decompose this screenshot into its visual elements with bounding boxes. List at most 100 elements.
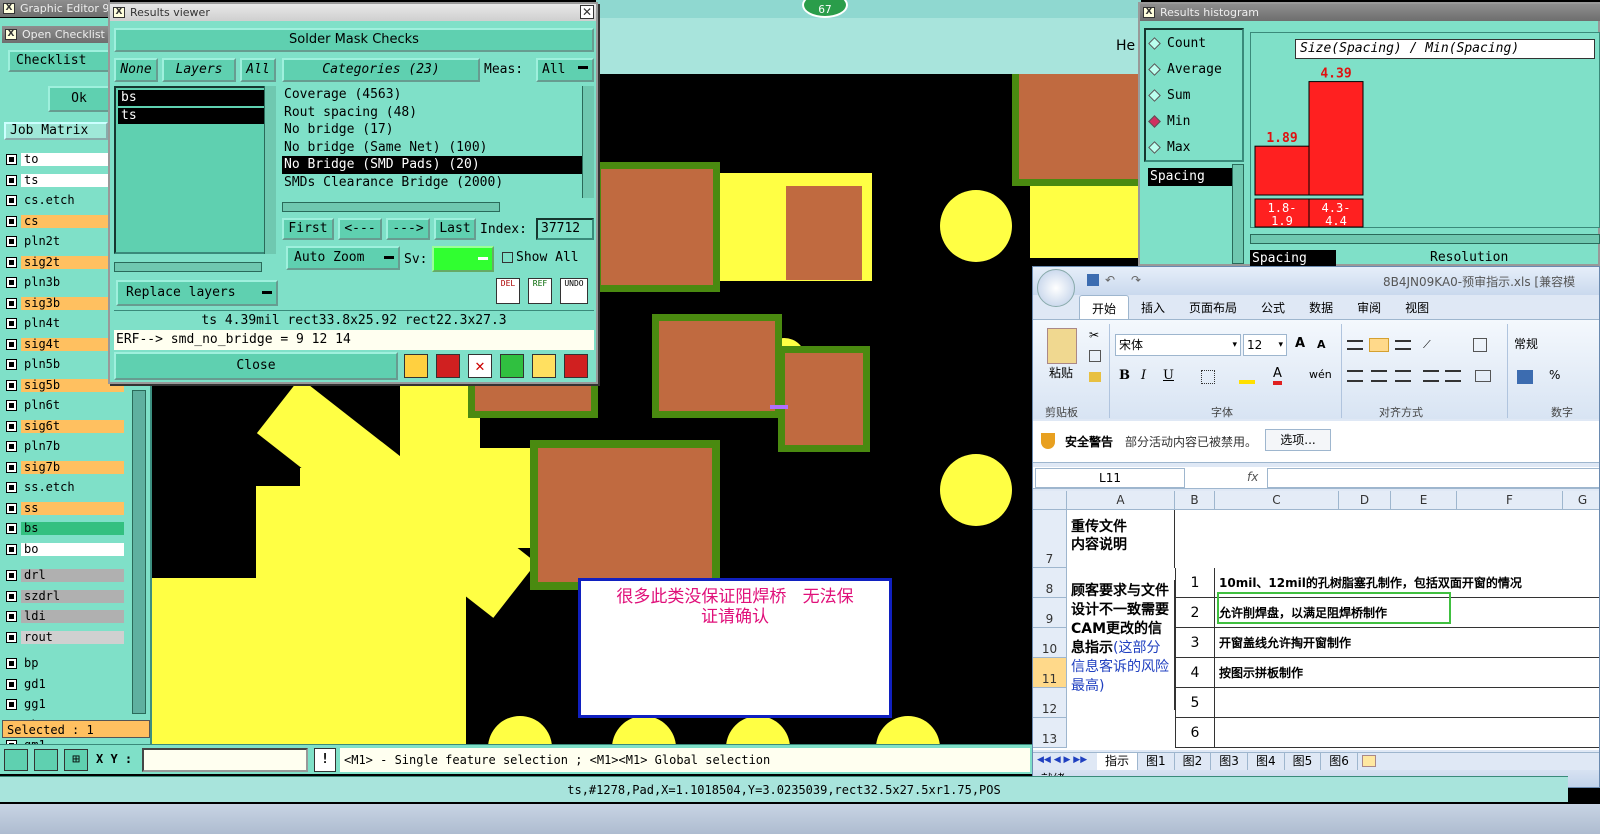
phonetic-icon[interactable]: wén [1309, 368, 1332, 381]
layer-row[interactable]: pln4t [6, 316, 124, 331]
align-left-icon[interactable] [1347, 370, 1363, 382]
histogram-hscrollbar[interactable] [1250, 234, 1600, 244]
histogram-tool-icon[interactable] [564, 354, 588, 378]
first-button[interactable]: First [282, 218, 334, 240]
layer-checkbox[interactable] [6, 215, 17, 227]
layer-row[interactable]: bp [6, 656, 124, 671]
row-header[interactable]: 13 [1033, 718, 1067, 748]
percent-icon[interactable]: % [1549, 368, 1560, 382]
layer-checkbox[interactable] [6, 543, 17, 555]
histogram-option[interactable]: Count [1146, 30, 1242, 56]
next-button[interactable]: ---> [386, 218, 430, 240]
layer-checkbox[interactable] [6, 631, 17, 643]
align-middle-icon[interactable] [1369, 338, 1389, 352]
font-name-dropdown[interactable]: 宋体 ▾ [1115, 334, 1241, 356]
item-number-cell[interactable]: 4 [1175, 658, 1215, 688]
zoom-tool-icon[interactable] [4, 749, 28, 771]
category-hscrollbar[interactable] [282, 202, 500, 212]
ribbon-tab[interactable]: 页面布局 [1177, 295, 1249, 321]
item-text-cell[interactable]: 开窗盖线允许掏开窗制作 [1215, 628, 1599, 658]
category-list[interactable]: Coverage (4563) Rout spacing (48) No bridg… [282, 86, 582, 198]
ribbon-tab[interactable]: 开始 [1079, 295, 1130, 321]
fill-color-icon[interactable] [1239, 370, 1255, 384]
sheet-tab[interactable]: 指示 [1097, 753, 1139, 770]
column-header[interactable]: A [1067, 491, 1175, 510]
layer-row[interactable]: cs [6, 214, 124, 229]
ribbon-tab[interactable]: 审阅 [1345, 295, 1393, 321]
layer-checkbox[interactable] [6, 699, 17, 710]
rv-layer-item[interactable]: bs [118, 90, 264, 106]
radio-diamond-icon[interactable] [1148, 88, 1161, 102]
decrease-indent-icon[interactable] [1423, 370, 1439, 382]
layer-checkbox[interactable] [6, 523, 17, 534]
layer-row[interactable]: pln6t [6, 398, 124, 413]
layer-row[interactable]: pln3b [6, 275, 124, 290]
sheet-tab[interactable]: 图5 [1285, 753, 1322, 770]
none-button[interactable]: None [114, 58, 158, 82]
name-box[interactable]: L11 [1035, 468, 1185, 488]
checklist-button[interactable]: Checklist [8, 50, 110, 72]
layer-row[interactable]: gd1 [6, 677, 124, 692]
select-all-corner[interactable] [1033, 491, 1067, 510]
layer-checkbox[interactable] [6, 611, 17, 622]
histogram-option[interactable]: Min [1146, 108, 1242, 134]
monitor-tool-icon[interactable] [436, 354, 460, 378]
close-window-icon[interactable]: ✕ [580, 5, 594, 19]
options-button[interactable]: 选项... [1265, 429, 1331, 451]
layer-checkbox[interactable] [6, 379, 17, 391]
layer-row[interactable]: pln5b [6, 357, 124, 372]
row-header[interactable]: 10 [1033, 628, 1067, 658]
histogram-option[interactable]: Sum [1146, 82, 1242, 108]
sheet-tab[interactable]: 图3 [1211, 753, 1248, 770]
layer-checkbox[interactable] [6, 338, 17, 350]
layer-row[interactable]: sig2t [6, 255, 124, 270]
report-tool-icon[interactable] [532, 354, 556, 378]
category-item[interactable]: No bridge (Same Net) (100) [282, 139, 582, 157]
layer-checkbox[interactable] [6, 420, 17, 432]
underline-icon[interactable]: U [1163, 368, 1174, 383]
solder-pad[interactable] [594, 162, 720, 292]
layer-checkbox[interactable] [6, 154, 17, 165]
layer-row[interactable]: sig4t [6, 337, 124, 352]
histogram-option[interactable]: Average [1146, 56, 1242, 82]
row-header[interactable]: 8 [1033, 568, 1067, 598]
layer-checkbox[interactable] [6, 174, 17, 186]
number-format-dropdown[interactable]: 常规 [1511, 334, 1599, 356]
office-button[interactable] [1037, 269, 1075, 307]
last-button[interactable]: Last [434, 218, 476, 240]
solder-pad[interactable] [786, 186, 862, 280]
layer-row[interactable]: pln7b [6, 439, 124, 454]
layer-row[interactable]: ts [6, 173, 124, 188]
row-header[interactable]: 12 [1033, 688, 1067, 718]
align-top-icon[interactable] [1347, 340, 1363, 350]
item-text-cell[interactable] [1215, 718, 1599, 748]
sheet-grid[interactable]: 7 8 9 10 11 12 13 重传文件 内容说明 顾客要求与文件设计不一致需要CAM更… [1033, 510, 1599, 750]
item-number-cell[interactable]: 6 [1175, 718, 1215, 748]
item-text-cell[interactable] [1215, 688, 1599, 718]
ribbon-tab[interactable]: 视图 [1393, 295, 1441, 321]
shrink-font-icon[interactable]: A [1317, 338, 1326, 351]
sheet-tab[interactable]: 图2 [1175, 753, 1212, 770]
currency-icon[interactable] [1517, 370, 1533, 384]
prev-button[interactable]: <--- [338, 218, 382, 240]
solder-pad[interactable] [530, 440, 720, 590]
sheet-tab[interactable]: 图6 [1321, 753, 1358, 770]
border-icon[interactable] [1201, 370, 1215, 384]
radio-diamond-icon[interactable] [1148, 62, 1161, 76]
replace-layers-dropdown[interactable]: Replace layers [116, 280, 278, 306]
layer-row[interactable]: pln2t [6, 234, 124, 249]
bold-icon[interactable]: B [1119, 368, 1130, 383]
layer-hscrollbar[interactable] [114, 262, 262, 272]
column-header[interactable]: D [1339, 491, 1391, 510]
cross-tool-icon[interactable]: ✕ [468, 354, 492, 378]
category-item[interactable]: No Bridge (SMD Pads) (20) [282, 156, 582, 174]
layer-checkbox[interactable] [6, 400, 17, 411]
radio-diamond-icon[interactable] [1148, 36, 1161, 50]
ribbon-tab[interactable]: 公式 [1249, 295, 1297, 321]
save-icon[interactable] [1087, 274, 1099, 286]
solder-pad[interactable] [778, 346, 870, 452]
format-painter-icon[interactable] [1089, 372, 1101, 382]
layer-checkbox[interactable] [6, 195, 17, 206]
layer-checkbox[interactable] [6, 482, 17, 493]
column-header[interactable]: G [1563, 491, 1599, 510]
